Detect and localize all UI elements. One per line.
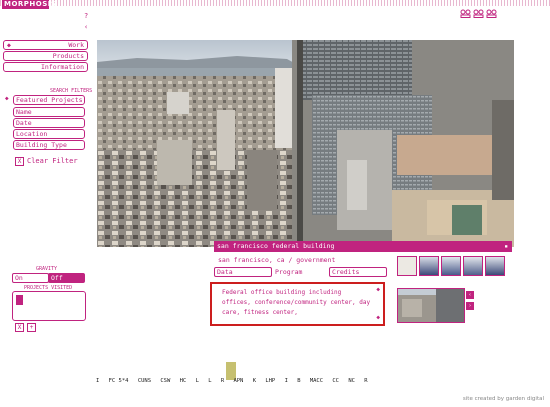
filter-location[interactable]: Location (13, 129, 85, 139)
timeline-item[interactable]: MACC (310, 378, 323, 384)
users-icon[interactable] (473, 9, 484, 18)
nav-information[interactable]: Information (3, 62, 88, 72)
site-credit[interactable]: site created by garden digital (463, 396, 544, 402)
back-arrow-icon[interactable]: ‹ (84, 23, 88, 32)
gravity-on[interactable]: On (12, 273, 49, 283)
preview-image (398, 289, 464, 322)
tab-program[interactable]: Program (272, 267, 326, 277)
nav-products[interactable]: Products (3, 51, 88, 61)
project-photo (97, 40, 514, 247)
project-title: san francisco federal building (217, 242, 335, 250)
timeline-item[interactable]: B (297, 378, 300, 384)
timeline-item[interactable]: I (96, 378, 99, 384)
timeline-item[interactable]: R (364, 378, 367, 384)
scroll-up-icon[interactable]: ◆ (376, 285, 380, 295)
users-icon[interactable] (460, 9, 471, 18)
nav-work-label: Work (68, 41, 84, 49)
timeline-item[interactable]: L (208, 378, 211, 384)
visited-clear-button[interactable]: X (15, 323, 24, 332)
users-icon[interactable] (486, 9, 497, 18)
thumbnail-strip (397, 256, 505, 276)
project-description: Federal office building including office… (222, 289, 371, 316)
close-panel-icon[interactable]: ▪ (504, 241, 508, 252)
timeline-item[interactable]: L (196, 378, 199, 384)
filter-date[interactable]: Date (13, 118, 85, 128)
timeline-item[interactable]: CSW (160, 378, 170, 384)
timeline-item[interactable]: CC (332, 378, 339, 384)
gravity-off[interactable]: Off (48, 273, 85, 283)
user-icons-group (460, 9, 497, 18)
visited-add-button[interactable]: + (27, 323, 36, 332)
help-link[interactable]: ? (84, 12, 88, 21)
tab-credits[interactable]: Credits (329, 267, 387, 277)
visited-project-icon[interactable] (16, 295, 23, 305)
clear-filter-icon[interactable]: X (15, 157, 24, 166)
thumbnail[interactable] (397, 256, 417, 276)
logo[interactable]: MORPHOSIS (2, 0, 56, 9)
timeline-item[interactable]: HC (180, 378, 187, 384)
nav-products-label: Products (52, 52, 84, 60)
preview-prev-button[interactable]: ‹ (466, 291, 474, 299)
project-description-box: Federal office building including office… (210, 282, 385, 326)
timeline-item[interactable]: R (221, 378, 224, 384)
timeline-item[interactable]: FC 5*4 (109, 378, 129, 384)
nav-work[interactable]: ◆ Work (3, 40, 88, 50)
timeline-item[interactable]: K (253, 378, 256, 384)
timeline-item[interactable]: I (285, 378, 288, 384)
thumbnail[interactable] (441, 256, 461, 276)
project-location: san francisco, ca / government (218, 256, 336, 264)
nav-information-label: Information (40, 63, 84, 71)
tab-data[interactable]: Data (214, 267, 272, 277)
timeline-item[interactable]: CUNS (138, 378, 151, 384)
filter-selected-icon: ◆ (5, 95, 9, 102)
thumbnail[interactable] (419, 256, 439, 276)
clear-filter-button[interactable]: Clear Filter (27, 157, 78, 166)
filter-featured-projects[interactable]: Featured Projects (13, 95, 85, 105)
thumbnail[interactable] (463, 256, 483, 276)
timeline-item[interactable]: LHP (265, 378, 275, 384)
preview-next-button[interactable]: › (466, 302, 474, 310)
project-title-bar: san francisco federal building ▪ (214, 241, 512, 252)
scroll-down-icon[interactable]: ◆ (376, 313, 380, 323)
search-filters-title: SEARCH FILTERS (50, 88, 93, 94)
timeline-item[interactable]: NC (348, 378, 355, 384)
preview-thumbnail[interactable] (397, 288, 465, 323)
top-pattern-bar (0, 0, 550, 6)
aerial-city-image (97, 40, 514, 247)
filter-building-type[interactable]: Building Type (13, 140, 85, 150)
projects-visited-panel (12, 291, 86, 321)
timeline: I FC 5*4 CUNS CSW HC L L R APN K LHP I B… (96, 378, 374, 384)
thumbnail[interactable] (485, 256, 505, 276)
nav-bullet-icon: ◆ (7, 41, 11, 49)
gravity-title: GRAVITY (36, 266, 58, 272)
filter-name[interactable]: Name (13, 107, 85, 117)
timeline-item[interactable]: APN (233, 378, 243, 384)
